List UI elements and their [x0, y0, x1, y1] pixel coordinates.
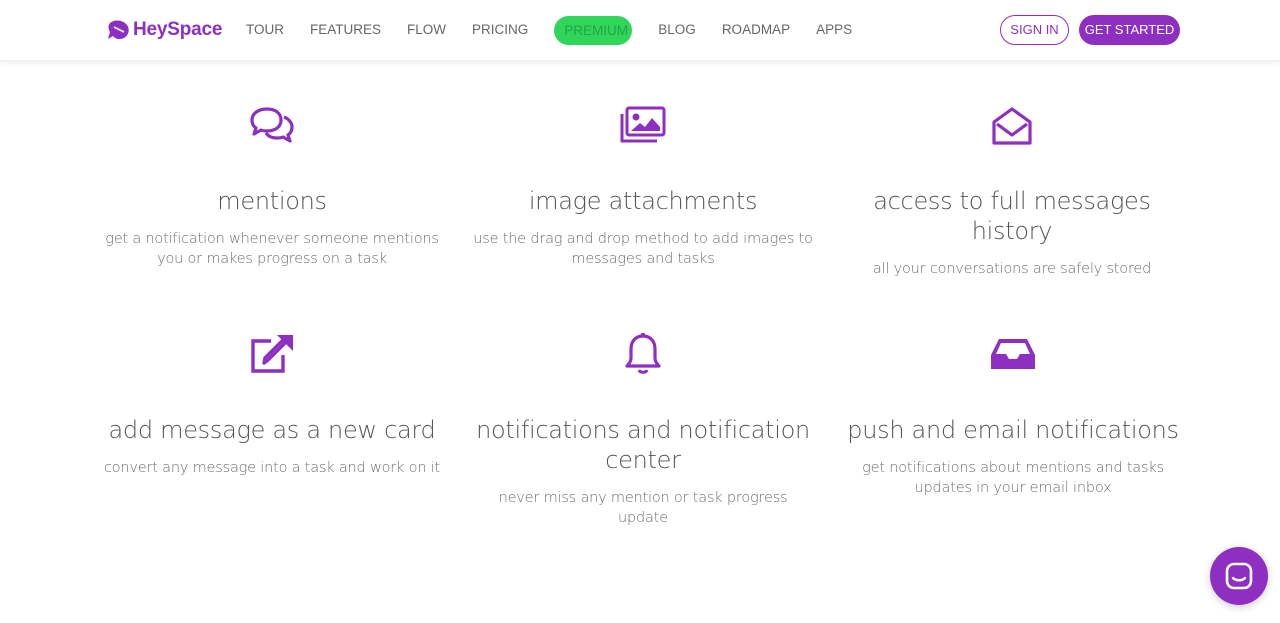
feature-title: push and email notifications	[847, 416, 1179, 444]
bell-icon	[625, 333, 661, 374]
chat-launcher-button[interactable]	[1210, 547, 1268, 605]
feature-description: get notifications about mentions and tas…	[862, 460, 1164, 496]
nav-pricing[interactable]: PRICING	[472, 15, 528, 45]
images-icon	[620, 106, 666, 143]
logo-link[interactable]: HeySpace	[107, 17, 222, 43]
feature-mentions: mentions get a notification whenever som…	[102, 106, 442, 269]
nav-blog[interactable]: BLOG	[658, 15, 696, 45]
feature-description: use the drag and drop method to add imag…	[473, 231, 813, 267]
inbox-tray-icon	[991, 339, 1035, 369]
feature-title: image attachments	[528, 187, 758, 215]
nav-premium[interactable]: PREMIUM	[554, 15, 633, 45]
feature-description: convert any message into a task and work…	[103, 460, 441, 476]
chat-launcher-icon	[1225, 562, 1253, 590]
feature-description: all your conversations are safely stored	[872, 261, 1152, 277]
nav-features[interactable]: FEATURES	[310, 15, 381, 45]
feature-title: add message as a new card	[108, 416, 436, 444]
feature-image-attachments: image attachments use the drag and drop …	[473, 106, 813, 269]
nav-roadmap[interactable]: ROADMAP	[722, 15, 790, 45]
nav-tour[interactable]: TOUR	[246, 15, 284, 45]
open-envelope-icon	[992, 107, 1032, 145]
get-started-button[interactable]: GET STARTED	[1079, 15, 1180, 45]
external-edit-icon	[251, 335, 293, 373]
nav-flow[interactable]: FLOW	[407, 15, 446, 45]
feature-messages-history: access to full messages history all your…	[842, 106, 1182, 279]
feature-description: get a notification whenever someone ment…	[105, 231, 439, 267]
feature-description: never miss any mention or task progress …	[498, 490, 788, 526]
feature-title: mentions	[217, 187, 327, 215]
feature-push-email: push and email notifications get notific…	[843, 333, 1183, 498]
feature-title: access to full messages history	[873, 187, 1151, 245]
feature-message-to-card: add message as a new card convert any me…	[102, 333, 442, 478]
feature-notification-center: notifications and notification center ne…	[473, 333, 813, 528]
heyspace-logo-icon	[108, 20, 129, 40]
nav-apps[interactable]: APPS	[816, 15, 852, 45]
sign-in-button[interactable]: SIGN IN	[1000, 15, 1069, 45]
site-header: HeySpace TOUR FEATURES FLOW PRICING PREM…	[0, 0, 1280, 61]
brand-name: HeySpace	[133, 19, 223, 40]
feature-title: notifications and notification center	[476, 416, 810, 474]
main-nav: TOUR FEATURES FLOW PRICING PREMIUM BLOG …	[246, 15, 878, 45]
chat-bubbles-icon	[250, 107, 294, 143]
